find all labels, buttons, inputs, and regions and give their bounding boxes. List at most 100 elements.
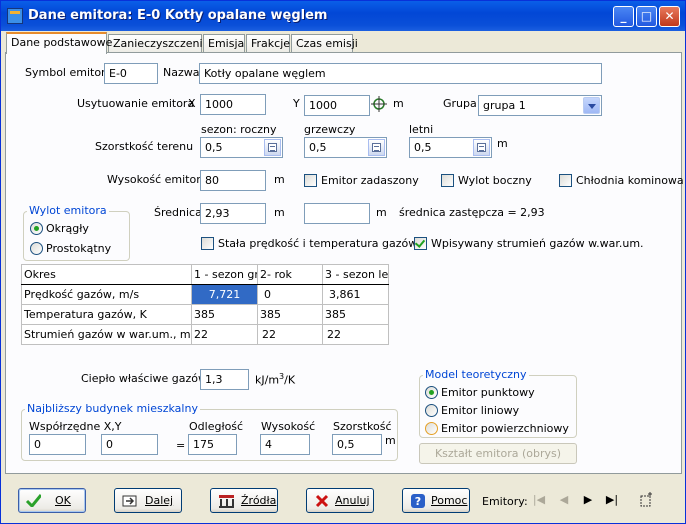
szorstkosc-unit: m (497, 137, 508, 150)
prev-record-icon[interactable]: ◀ (555, 491, 573, 509)
ok-button[interactable]: OK (18, 488, 86, 513)
app-icon (7, 8, 23, 24)
szorstkosc-grzewczy-value: 0,5 (309, 141, 327, 154)
first-record-icon[interactable]: |◀ (530, 491, 548, 509)
calculator-icon[interactable] (368, 139, 385, 156)
calculator-icon[interactable] (264, 139, 281, 156)
nazwa-input[interactable]: Kotły opalane węglem (199, 63, 602, 84)
zrodla-button[interactable]: Źródła (210, 488, 278, 513)
wysokosc-input[interactable]: 80 (200, 170, 266, 191)
wpisywany-checkbox[interactable] (414, 237, 427, 250)
tab-zanieczyszczenia[interactable]: Zanieczyszczenia (108, 34, 209, 53)
anuluj-button[interactable]: Anuluj (306, 488, 374, 513)
dalej-label: Dalej (145, 494, 174, 507)
pomoc-label: Pomoc (431, 494, 468, 507)
emitor-punktowy-label: Emitor punktowy (441, 386, 535, 399)
table-cell[interactable]: 22 (257, 324, 323, 345)
anuluj-label: Anuluj (335, 494, 370, 507)
table-header-row: Okres 1 - sezon grz 2- rok 3 - sezon let… (21, 264, 389, 285)
grupa-select[interactable]: grupa 1 (478, 95, 602, 116)
table-cell[interactable]: 3,861 (322, 284, 389, 305)
srednica2-input[interactable] (304, 203, 370, 224)
nazwa-label: Nazwa (163, 66, 200, 79)
table-cell[interactable]: 385 (191, 304, 258, 325)
table-cell[interactable]: 22 (191, 324, 258, 345)
table-row-label: Temperatura gazów, K (21, 304, 192, 325)
cieplo-input[interactable]: 1,3 (200, 369, 249, 390)
odleglosc-input[interactable]: 175 (188, 434, 237, 455)
minimize-button[interactable]: _ (613, 6, 634, 27)
szorstkosc-grzewczy-input[interactable]: 0,5 (304, 137, 387, 158)
dialog-window: Dane emitora: E-0 Kotły opalane węglem _… (0, 0, 686, 524)
radio-emitor-liniowy[interactable] (425, 404, 438, 417)
x-input[interactable]: 1000 (200, 94, 266, 115)
zadaszony-checkbox[interactable] (304, 174, 317, 187)
table-row-label: Strumień gazów w war.um., m3/s (21, 324, 192, 345)
letni-label: letni (409, 123, 434, 136)
budynek-group-title: Najbliższy budynek mieszkalny (25, 402, 200, 415)
cieplo-unit-a: kJ/m (255, 373, 280, 387)
equals-sign: = (176, 439, 186, 452)
srednica2-unit: m (376, 206, 387, 219)
arrow-right-icon (122, 495, 137, 507)
stala-predkosc-checkbox[interactable] (201, 237, 214, 250)
srednica-input[interactable]: 2,93 (200, 203, 266, 224)
cieplo-unit: kJ/m3/K (255, 372, 295, 387)
table-header-cell: 3 - sezon letr (322, 264, 389, 285)
calculator-icon[interactable] (473, 139, 490, 156)
szorstkosc-roczny-input[interactable]: 0,5 (200, 137, 283, 158)
last-record-icon[interactable]: ▶| (603, 491, 621, 509)
title-bar[interactable]: Dane emitora: E-0 Kotły opalane węglem _… (1, 1, 685, 31)
close-button[interactable]: ✕ (659, 6, 680, 27)
maximize-icon: □ (640, 9, 653, 23)
new-emitter-icon[interactable] (637, 491, 655, 509)
tab-emisja[interactable]: Emisja (203, 34, 245, 53)
maximize-button[interactable]: □ (636, 6, 657, 27)
wpisywany-label: Wpisywany strumień gazów w.war.um. (431, 237, 644, 250)
prostokatny-label: Prostokątny (46, 242, 112, 255)
zrodla-label: Źródła (241, 494, 277, 507)
chlodnia-checkbox[interactable] (559, 174, 572, 187)
ksztalt-emitora-label: Kształt emitora (obrys) (434, 447, 562, 460)
table-cell-selected[interactable]: 7,721 (191, 284, 258, 305)
radio-emitor-powierzchniowy[interactable] (425, 422, 438, 435)
tab-frakcje[interactable]: Frakcje (246, 34, 290, 53)
szorstkosc-letni-input[interactable]: 0,5 (409, 137, 492, 158)
cancel-icon (315, 494, 329, 508)
symbol-input[interactable]: E-0 (104, 63, 158, 84)
wysokosc-unit: m (274, 173, 285, 186)
budynek-x-input[interactable]: 0 (29, 434, 86, 455)
table-cell[interactable]: 0 (257, 284, 323, 305)
y-input[interactable]: 1000 (304, 95, 370, 116)
srednica-zastepcza: średnica zastępcza = 2,93 (399, 206, 545, 219)
next-record-icon[interactable]: ▶ (579, 491, 597, 509)
szorstkosc-letni-value: 0,5 (414, 141, 432, 154)
table-header-cell: Okres (21, 264, 192, 285)
radio-prostokatny[interactable] (30, 242, 43, 255)
table-cell[interactable]: 385 (257, 304, 323, 325)
table-cell[interactable]: 385 (322, 304, 389, 325)
radio-okragly[interactable] (30, 222, 43, 235)
pomoc-button[interactable]: ? Pomoc (402, 488, 470, 513)
window-title: Dane emitora: E-0 Kotły opalane węglem (28, 8, 328, 23)
budynek-wysokosc-input[interactable]: 4 (260, 434, 310, 455)
ksztalt-emitora-button[interactable]: Kształt emitora (obrys) (419, 443, 577, 464)
gas-params-table[interactable]: Okres 1 - sezon grz 2- rok 3 - sezon let… (21, 264, 389, 345)
chlodnia-label: Chłodnia kominowa (576, 174, 684, 187)
budynek-y-input[interactable]: 0 (101, 434, 158, 455)
chevron-down-icon[interactable] (583, 97, 600, 114)
budynek-szorstkosc-input[interactable]: 0,5 (332, 434, 382, 455)
dalej-button[interactable]: Dalej (114, 488, 182, 513)
tab-dane-podstawowe[interactable]: Dane podstawowe (6, 32, 112, 54)
table-cell[interactable]: 22 (322, 324, 389, 345)
crosshair-icon[interactable] (370, 95, 388, 113)
szorstkosc-label: Szorstkość terenu (95, 140, 194, 153)
emitor-liniowy-label: Emitor liniowy (441, 404, 520, 417)
table-row: Strumień gazów w war.um., m3/s 22 22 22 (21, 324, 389, 345)
wylot-boczny-checkbox[interactable] (441, 174, 454, 187)
ok-label: OK (55, 494, 71, 507)
tab-czas-emisji[interactable]: Czas emisji (291, 34, 358, 53)
radio-emitor-punktowy[interactable] (425, 386, 438, 399)
sources-icon (219, 495, 234, 508)
grupa-label: Grupa (443, 97, 477, 110)
